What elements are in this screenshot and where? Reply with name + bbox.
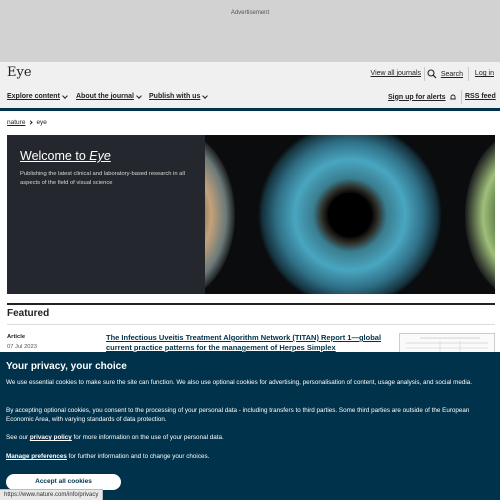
nav-publish-with-us[interactable]: Publish with us [149, 92, 209, 100]
advertisement-label: Advertisement [230, 10, 270, 16]
rss-feed-label: RSS feed [465, 93, 496, 100]
privacy-suffix: for more information on the use of your … [71, 434, 224, 441]
journal-logo[interactable]: Eye [7, 65, 32, 80]
nav-explore-content-label: Explore content [7, 93, 60, 100]
header-divider [424, 67, 425, 81]
cookie-paragraph-consent: By accepting optional cookies, you conse… [6, 407, 470, 423]
chevron-right-icon [28, 120, 34, 125]
login-link[interactable]: Log in [475, 70, 494, 77]
nav-about-journal[interactable]: About the journal [76, 92, 142, 100]
main-nav: Explore content About the journal Publis… [0, 86, 500, 108]
view-all-journals-link[interactable]: View all journals [371, 70, 421, 77]
nav-publish-with-us-label: Publish with us [149, 93, 201, 100]
bell-icon [449, 94, 456, 100]
nav-divider [461, 90, 462, 104]
hero-eye-image [115, 135, 495, 294]
nav-bottom-border [0, 108, 500, 111]
featured-article-title-link[interactable]: The Infectious Uveitis Treatment Algorit… [106, 333, 386, 353]
top-header: Eye View all journals Search Log in [0, 62, 500, 86]
cookie-title: Your privacy, your choice [6, 361, 127, 372]
rss-feed-link[interactable]: RSS feed [465, 93, 496, 100]
preferences-suffix: for further information and to change yo… [66, 453, 210, 460]
article-date: 07 Jul 2023 [7, 344, 37, 350]
advertisement-area: Advertisement [0, 0, 500, 62]
hero-title-prefix: Welcome to [20, 149, 90, 163]
sign-up-alerts-link[interactable]: Sign up for alerts [388, 93, 457, 101]
cookie-paragraph-preferences: Manage preferences for further informati… [6, 453, 494, 462]
search-button[interactable]: Search [427, 68, 463, 80]
breadcrumb: nature eye [7, 119, 47, 126]
cookie-consent-banner: Your privacy, your choice We use essenti… [0, 352, 500, 500]
nav-about-journal-label: About the journal [76, 93, 134, 100]
featured-heading: Featured [7, 308, 50, 319]
header-divider [468, 67, 469, 81]
nav-explore-content[interactable]: Explore content [7, 92, 68, 100]
cookie-paragraph-essential: We use essential cookies to make sure th… [6, 379, 472, 386]
accept-all-cookies-button[interactable]: Accept all cookies [6, 474, 121, 490]
cookie-paragraph-privacy: See our privacy policy for more informat… [6, 434, 494, 443]
manage-preferences-link[interactable]: Manage preferences [6, 453, 67, 460]
featured-top-rule [7, 303, 495, 305]
iris-illustration [115, 135, 495, 294]
hero-description: Publishing the latest clinical and labor… [20, 171, 185, 186]
hero-title-journal: Eye [89, 149, 111, 163]
hero-banner: Welcome to Eye Publishing the latest cli… [7, 135, 495, 294]
chevron-down-icon [202, 92, 209, 99]
search-label: Search [440, 70, 463, 78]
browser-status-url: https://www.nature.com/info/privacy [0, 489, 104, 500]
breadcrumb-nature[interactable]: nature [7, 119, 25, 126]
chevron-down-icon [136, 92, 142, 99]
hero-text-panel: Welcome to Eye Publishing the latest cli… [7, 135, 205, 294]
privacy-policy-link[interactable]: privacy policy [30, 434, 72, 441]
hero-title[interactable]: Welcome to Eye [20, 149, 111, 163]
breadcrumb-eye: eye [36, 119, 47, 126]
sign-up-alerts-label: Sign up for alerts [388, 93, 446, 101]
article-type: Article [7, 334, 26, 340]
privacy-prefix: See our [6, 434, 30, 441]
chevron-down-icon [62, 92, 68, 99]
featured-divider [7, 324, 495, 325]
search-icon [427, 69, 437, 79]
